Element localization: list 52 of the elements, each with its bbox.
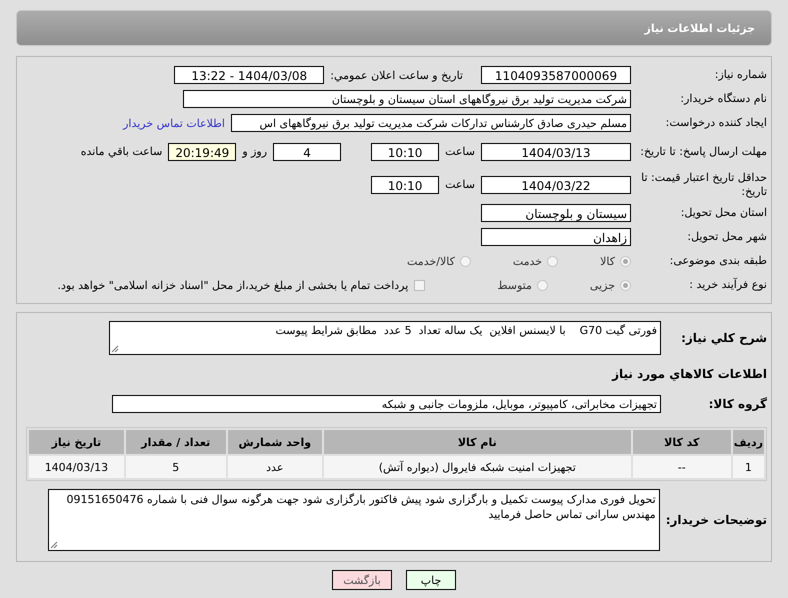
table-cell: عدد — [228, 456, 322, 478]
print-button[interactable]: چاپ — [406, 570, 456, 590]
treasury-label: پرداخت تمام یا بخشی از مبلغ خرید،از محل "اسناد خزانه اسلامی" خواهد بود. — [58, 278, 408, 292]
column-header: تعداد / مقدار — [126, 430, 226, 454]
announce-date-field: 1404/03/08 - 13:22 — [174, 66, 324, 84]
time-label: ساعت — [445, 145, 475, 158]
column-header: ردیف — [732, 430, 764, 454]
deadline-time-field: 10:10 — [371, 142, 440, 160]
buyer-contact-link[interactable]: اطلاعات تماس خریدار — [123, 116, 225, 130]
field-label: توضیحات خریدار: — [666, 512, 767, 529]
table-cell: 1404/03/13 — [29, 456, 124, 478]
field-label: شماره نیاز: — [714, 68, 767, 82]
time-label: ساعت — [445, 178, 475, 191]
table-cell: -- — [632, 456, 731, 478]
column-header: کد کالا — [632, 430, 731, 454]
validity-date-field: 1404/03/22 — [481, 176, 631, 194]
requester-field: مسلم حیدری صادق کارشناس تدارکات شرکت مدیریت تولید برق نیروگاههای اس — [231, 114, 631, 132]
field-label: مهلت ارسال پاسخ: تا تاریخ: — [639, 144, 767, 158]
field-label: شهر محل تحویل: — [686, 230, 767, 244]
province-field: سیستان و بلوچستان — [481, 204, 631, 222]
field-label: تاریخ و ساعت اعلان عمومي: — [330, 68, 463, 82]
field-label: شرح کلي نیاز: — [680, 330, 767, 347]
section-heading: اطلاعات کالاهاي مورد نیاز — [610, 367, 767, 381]
back-button[interactable]: بازگشت — [332, 570, 392, 590]
table-cell: تجهیزات امنیت شبکه فایروال (دیواره آتش) — [324, 456, 631, 478]
buyer-notes-text: تحویل فوری مدارک پیوست تکمیل و بارگزاری شود پیش فاکتور بارگزاری شود جهت هرگونه سوال فنی با شماره 09151650476 مهندس سارانی تماس حاصل فرمایید — [66, 493, 656, 521]
column-header: نام کالا — [324, 430, 631, 454]
field-label: نام دستگاه خریدار: — [679, 92, 767, 106]
table-cell: 1 — [732, 456, 764, 478]
days-field: 4 — [273, 142, 342, 160]
field-label: حداقل تاریخ اعتبار قیمت: تا تاریخ: — [640, 170, 767, 198]
table-cell: 5 — [126, 456, 226, 478]
page-title: جزئیات اطلاعات نیاز — [644, 22, 755, 34]
description-text: فورتی گیت G70 با لایسنس افلاین یک ساله تعداد 5 عدد مطابق شرایط پیوست — [275, 324, 657, 337]
buyer-org-field: شرکت مدیریت تولید برق نیروگاههای استان سیستان و بلوچستان — [183, 90, 631, 108]
column-header: واحد شمارش — [228, 430, 322, 454]
field-label: طبقه بندی موضوعی: — [668, 254, 767, 268]
deadline-date-field: 1404/03/13 — [481, 142, 631, 160]
field-label: نوع فرآیند خرید : — [688, 278, 767, 292]
field-label: استان محل تحویل: — [680, 206, 767, 220]
validity-time-field: 10:10 — [371, 176, 440, 194]
resize-grip-icon[interactable] — [111, 345, 119, 353]
days-label: روز و — [242, 145, 268, 158]
resize-grip-icon[interactable] — [50, 541, 58, 549]
column-header: تاریخ نیاز — [29, 430, 124, 454]
remaining-label: ساعت باقي مانده — [80, 145, 162, 158]
remaining-time-field: 20:19:49 — [168, 142, 236, 160]
goods-group-field: تجهیزات مخابراتی، کامپیوتر، موبایل، ملزومات جانبی و شبکه — [112, 395, 661, 413]
need-number-field: 1104093587000069 — [481, 66, 631, 84]
field-label: گروه کالا: — [708, 396, 767, 413]
field-label: ایجاد کننده درخواست: — [664, 116, 767, 130]
city-field: زاهدان — [481, 228, 631, 246]
